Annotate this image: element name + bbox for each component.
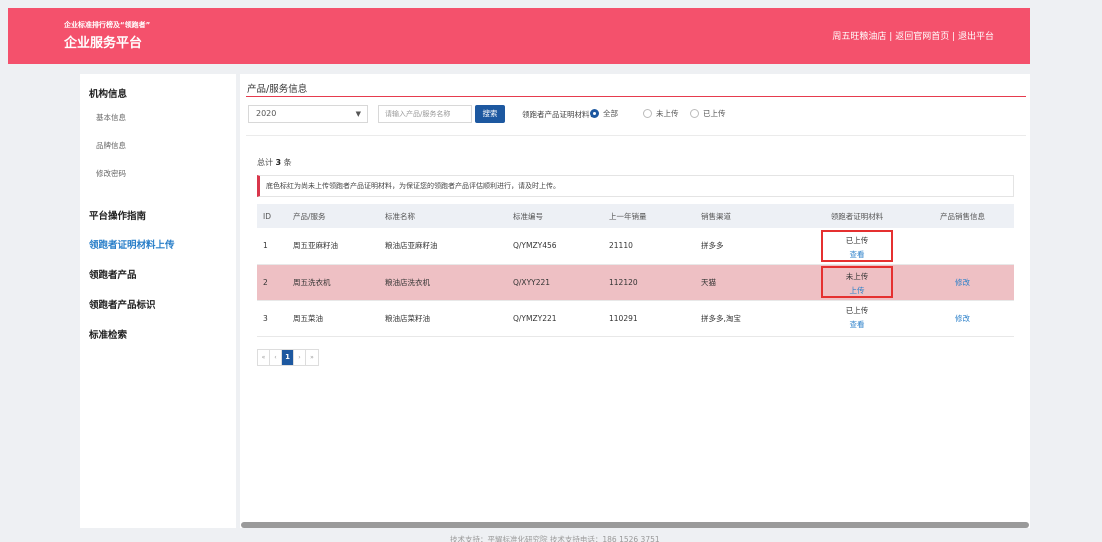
sidebar-item-proof-upload[interactable]: 领跑者证明材料上传 [89,237,175,251]
col-product: 产品/服务 [287,204,379,228]
edit-sales-info-link[interactable]: 修改 [911,264,1014,301]
product-table: ID 产品/服务 标准名称 标准编号 上一年销量 销售渠道 领跑者证明材料 产品… [257,204,1014,337]
cell-sales: 21110 [603,228,695,265]
cell-channel: 拼多多 [695,228,803,265]
upload-notice: 底色标红为尚未上传领跑者产品证明材料，为保证您的领跑者产品评估顺利进行，请及时上… [257,175,1014,197]
header-separator: | [886,32,896,42]
section-title: 产品/服务信息 [247,84,308,95]
cell-sales-info [911,228,1014,265]
cell-proof: 已上传 查看 [803,300,911,337]
last-page-button[interactable]: » [306,350,318,365]
col-std-no: 标准编号 [507,204,603,228]
view-proof-link[interactable]: 查看 [821,318,893,332]
cell-std-name: 粮油店菜籽油 [379,300,507,337]
proof-highlight-box: 已上传 查看 [821,229,893,262]
main-panel: 产品/服务信息 2020 ▼ 请输入产品/服务名称 搜索 领跑者产品证明材料： … [240,74,1030,528]
prev-page-button[interactable]: ‹ [270,350,282,365]
col-proof: 领跑者证明材料 [803,204,911,228]
total-count: 总计 3 条 [257,157,292,168]
radio-all[interactable]: 全部 [590,108,618,119]
cell-sales: 110291 [603,300,695,337]
col-id: ID [257,204,287,228]
cell-id: 1 [257,228,287,265]
col-sales: 上一年销量 [603,204,695,228]
year-select[interactable]: 2020 ▼ [248,105,368,123]
radio-empty-icon [690,109,699,118]
table-header-row: ID 产品/服务 标准名称 标准编号 上一年销量 销售渠道 领跑者证明材料 产品… [257,204,1014,228]
cell-sales: 112120 [603,264,695,301]
proof-status: 已上传 [845,306,869,315]
upload-proof-link[interactable]: 上传 [823,284,891,298]
cell-product: 周五洗衣机 [287,264,379,301]
proof-highlight-box: 未上传 上传 [821,266,893,298]
col-sales-info: 产品销售信息 [911,204,1014,228]
cell-std-no: Q/YMZY456 [507,228,603,265]
cell-channel: 拼多多,淘宝 [695,300,803,337]
header-links: 周五旺粮油店 | 返回官网首页 | 退出平台 [832,29,994,42]
proof-box: 已上传 查看 [821,302,893,334]
search-button[interactable]: 搜索 [475,105,505,123]
view-proof-link[interactable]: 查看 [823,248,891,262]
cell-proof: 已上传 查看 [803,228,911,265]
horizontal-scrollbar[interactable] [241,522,1029,528]
pagination: « ‹ 1 › » [257,349,319,366]
table-row: 2 周五洗衣机 粮油店洗衣机 Q/XYY221 112120 天猫 未上传 上传… [257,264,1014,301]
platform-title: 企业服务平台 [64,36,143,51]
sidebar-item-basic-info[interactable]: 基本信息 [96,112,126,123]
sidebar-item-guide[interactable]: 平台操作指南 [89,208,146,222]
total-suffix: 条 [283,158,292,167]
cell-product: 周五亚麻籽油 [287,228,379,265]
cell-id: 3 [257,300,287,337]
cell-channel: 天猫 [695,264,803,301]
radio-label: 未上传 [656,109,679,118]
chevron-down-icon: ▼ [355,110,361,118]
radio-label: 全部 [603,109,618,118]
title-divider [246,96,1026,97]
header-separator: | [949,32,958,42]
sidebar: 机构信息 基本信息 品牌信息 修改密码 平台操作指南 领跑者证明材料上传 领跑者… [80,74,236,528]
edit-sales-info-link[interactable]: 修改 [911,300,1014,337]
col-channel: 销售渠道 [695,204,803,228]
proof-status: 未上传 [845,272,869,281]
radio-empty-icon [643,109,652,118]
proof-filter-label: 领跑者产品证明材料： [522,110,597,119]
app-header: 企业标准排行榜及“领跑者” 企业服务平台 周五旺粮油店 | 返回官网首页 | 退… [8,8,1030,64]
filter-divider [246,135,1026,136]
total-number: 3 [275,158,282,167]
cell-id: 2 [257,264,287,301]
radio-checked-icon [590,109,599,118]
next-page-button[interactable]: › [294,350,306,365]
product-search-input[interactable]: 请输入产品/服务名称 [378,105,472,123]
sidebar-item-standard-search[interactable]: 标准检索 [89,327,127,341]
radio-not-uploaded[interactable]: 未上传 [643,108,679,119]
radio-label: 已上传 [703,109,726,118]
table-row: 1 周五亚麻籽油 粮油店亚麻籽油 Q/YMZY456 21110 拼多多 已上传… [257,228,1014,265]
logout-link[interactable]: 退出平台 [958,32,994,42]
cell-std-no: Q/YMZY221 [507,300,603,337]
sidebar-item-leader-label[interactable]: 领跑者产品标识 [89,297,156,311]
table-row: 3 周五菜油 粮油店菜籽油 Q/YMZY221 110291 拼多多,淘宝 已上… [257,300,1014,337]
back-to-home-link[interactable]: 返回官网首页 [895,32,949,42]
proof-status: 已上传 [845,235,869,245]
footer-support: 技术支持：平耀标准化研究院 技术支持电话：186 1526 3751 [450,535,660,542]
radio-uploaded[interactable]: 已上传 [690,108,726,119]
col-std-name: 标准名称 [379,204,507,228]
cell-std-name: 粮油店亚麻籽油 [379,228,507,265]
sidebar-item-leader-products[interactable]: 领跑者产品 [89,267,137,281]
page-1-button[interactable]: 1 [282,350,294,365]
total-prefix: 总计 [257,158,273,167]
first-page-button[interactable]: « [258,350,270,365]
cell-product: 周五菜油 [287,300,379,337]
year-select-value: 2020 [256,109,277,118]
shop-name-link[interactable]: 周五旺粮油店 [832,32,886,42]
cell-proof: 未上传 上传 [803,264,911,301]
sidebar-item-change-password[interactable]: 修改密码 [96,168,126,179]
platform-subtitle: 企业标准排行榜及“领跑者” [64,21,151,29]
sidebar-item-brand-info[interactable]: 品牌信息 [96,140,126,151]
cell-std-no: Q/XYY221 [507,264,603,301]
sidebar-item-org-info[interactable]: 机构信息 [89,86,127,100]
cell-std-name: 粮油店洗衣机 [379,264,507,301]
